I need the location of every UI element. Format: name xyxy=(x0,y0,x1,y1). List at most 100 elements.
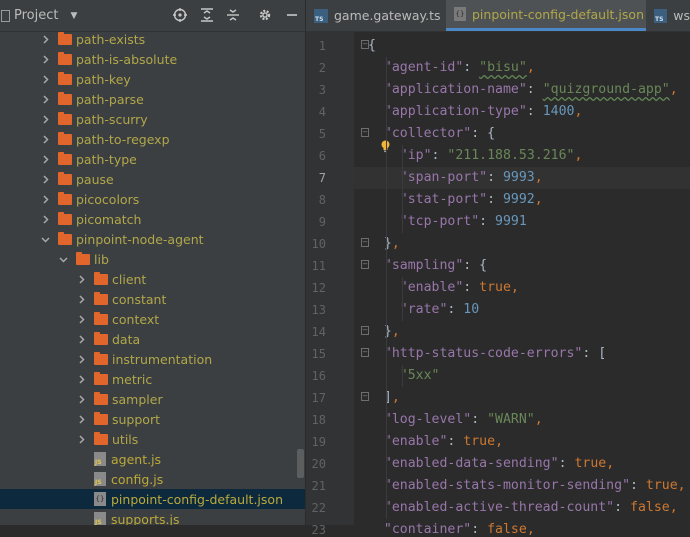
tab-ws[interactable]: TS ws xyxy=(646,0,690,31)
code-line[interactable]: { xyxy=(368,38,376,53)
chevron-right-icon[interactable] xyxy=(76,369,86,389)
tree-item-label: data xyxy=(112,331,141,347)
tree-item[interactable]: pause xyxy=(0,169,305,189)
code-line[interactable]: "enabled-stats-monitor-sending": true, xyxy=(368,478,686,493)
tree-item[interactable]: sampler xyxy=(0,389,305,409)
fold-marker-icon[interactable]: − xyxy=(361,326,369,335)
tree-item[interactable]: JS config.js xyxy=(0,469,305,489)
code-line[interactable]: "span-port": 9993, xyxy=(368,170,543,185)
chevron-right-icon[interactable] xyxy=(40,109,50,129)
fold-marker-icon[interactable]: − xyxy=(361,128,369,137)
code-token: "http-status-code-errors" xyxy=(368,346,583,361)
project-scrollbar[interactable] xyxy=(297,449,304,478)
tree-item[interactable]: picomatch xyxy=(0,209,305,229)
code-line[interactable]: "agent-id": "bisu", xyxy=(368,60,535,75)
chevron-right-icon[interactable] xyxy=(76,409,86,429)
line-number-gutter: 1 2 3 4 5 6 7 8 9 10 11 12 13 14 15 16 17 18 19 20 21 22 23 xyxy=(306,31,354,537)
line-number: 12 xyxy=(311,281,326,295)
fold-marker-icon[interactable]: − xyxy=(361,238,369,247)
tree-item-label: supports.js xyxy=(111,511,180,526)
code-token: , xyxy=(574,148,583,163)
collapse-all-icon[interactable] xyxy=(225,7,241,23)
tree-item[interactable]: instrumentation xyxy=(0,349,305,369)
chevron-right-icon[interactable] xyxy=(40,49,50,69)
code-line[interactable]: "application-type": 1400, xyxy=(368,104,583,119)
tab-game-gateway[interactable]: TS game.gateway.ts xyxy=(306,0,446,31)
minimize-icon[interactable] xyxy=(284,7,300,23)
code-line[interactable]: "rate": 10 xyxy=(368,302,479,317)
code-token: "agent-id" xyxy=(368,60,464,75)
code-line[interactable]: ], xyxy=(368,390,400,405)
tree-item[interactable]: path-parse xyxy=(0,89,305,109)
chevron-down-icon[interactable] xyxy=(58,249,68,269)
tab-pinpoint-config-default[interactable]: {} pinpoint-config-default.json xyxy=(446,0,646,31)
tree-item[interactable]: client xyxy=(0,269,305,289)
chevron-right-icon[interactable] xyxy=(40,209,50,229)
chevron-right-icon[interactable] xyxy=(76,389,86,409)
chevron-down-icon[interactable] xyxy=(40,229,50,249)
tree-item[interactable]: context xyxy=(0,309,305,329)
chevron-right-icon[interactable] xyxy=(40,169,50,189)
chevron-down-icon[interactable]: ▼ xyxy=(70,11,77,21)
tree-item[interactable]: utils xyxy=(0,429,305,449)
tree-item[interactable]: pinpoint-node-agent xyxy=(0,229,305,249)
tree-item[interactable]: path-to-regexp xyxy=(0,129,305,149)
code-line[interactable]: "enabled-active-thread-count": false, xyxy=(368,500,678,515)
chevron-right-icon[interactable] xyxy=(40,149,50,169)
tree-item[interactable]: JS supports.js xyxy=(0,509,305,525)
chevron-right-icon[interactable] xyxy=(40,189,50,209)
tree-item[interactable]: constant xyxy=(0,289,305,309)
code-line[interactable]: "enabled-data-sending": true, xyxy=(368,456,614,471)
code-token: , xyxy=(534,192,543,207)
code-line[interactable]: "tcp-port": 9991 xyxy=(368,214,527,229)
fold-marker-icon[interactable]: − xyxy=(361,260,369,269)
code-line[interactable]: }, xyxy=(368,236,400,251)
chevron-right-icon[interactable] xyxy=(76,329,86,349)
code-line[interactable]: "enable": true, xyxy=(368,280,519,295)
code-line[interactable]: "collector": { xyxy=(368,126,495,141)
gear-icon[interactable] xyxy=(257,7,273,23)
expand-all-icon[interactable] xyxy=(199,7,215,23)
tree-item[interactable]: {} pinpoint-config-default.json xyxy=(0,489,305,509)
tree-item[interactable]: path-type xyxy=(0,149,305,169)
tree-item[interactable]: lib xyxy=(0,249,305,269)
tree-item[interactable]: picocolors xyxy=(0,189,305,209)
chevron-right-icon[interactable] xyxy=(40,129,50,149)
code-line[interactable]: "application-name": "quizground-app", xyxy=(368,82,678,97)
line-number: 7 xyxy=(318,171,326,185)
folder-icon xyxy=(58,51,72,65)
chevron-right-icon[interactable] xyxy=(76,309,86,329)
line-number: 23 xyxy=(311,523,326,537)
chevron-right-icon[interactable] xyxy=(76,429,86,449)
tree-item[interactable]: data xyxy=(0,329,305,349)
tree-item[interactable]: metric xyxy=(0,369,305,389)
code-line[interactable]: "5xx" xyxy=(368,368,440,383)
chevron-right-icon[interactable] xyxy=(76,269,86,289)
fold-marker-icon[interactable]: − xyxy=(361,392,369,401)
chevron-right-icon[interactable] xyxy=(76,349,86,369)
tree-item[interactable]: support xyxy=(0,409,305,429)
code-token: "application-name" xyxy=(368,82,527,97)
code-line[interactable]: "enable": true, xyxy=(368,434,503,449)
chevron-right-icon[interactable] xyxy=(40,89,50,109)
code-line[interactable]: "http-status-code-errors": [ xyxy=(368,346,606,361)
project-view-selector[interactable]: Project ▼ xyxy=(0,0,77,31)
chevron-right-icon[interactable] xyxy=(40,29,50,49)
code-line[interactable]: "stat-port": 9992, xyxy=(368,192,543,207)
tree-item[interactable]: JS agent.js xyxy=(0,449,305,469)
fold-marker-icon[interactable]: − xyxy=(361,348,369,357)
code-line[interactable]: "container": false, xyxy=(368,522,535,537)
tree-item[interactable]: path-scurry xyxy=(0,109,305,129)
locate-target-icon[interactable] xyxy=(172,7,188,23)
code-token: "quizground-app" xyxy=(542,82,670,97)
code-line[interactable]: "log-level": "WARN", xyxy=(368,412,543,427)
fold-marker-icon[interactable]: − xyxy=(361,40,369,49)
chevron-right-icon[interactable] xyxy=(40,69,50,89)
chevron-right-icon[interactable] xyxy=(76,289,86,309)
code-token: "container" xyxy=(368,522,472,537)
code-line[interactable]: "ip": "211.188.53.216", xyxy=(368,148,583,163)
code-line[interactable]: }, xyxy=(368,324,400,339)
tree-item[interactable]: path-key xyxy=(0,69,305,89)
tree-item[interactable]: path-exists xyxy=(0,29,305,49)
tree-item[interactable]: path-is-absolute xyxy=(0,49,305,69)
